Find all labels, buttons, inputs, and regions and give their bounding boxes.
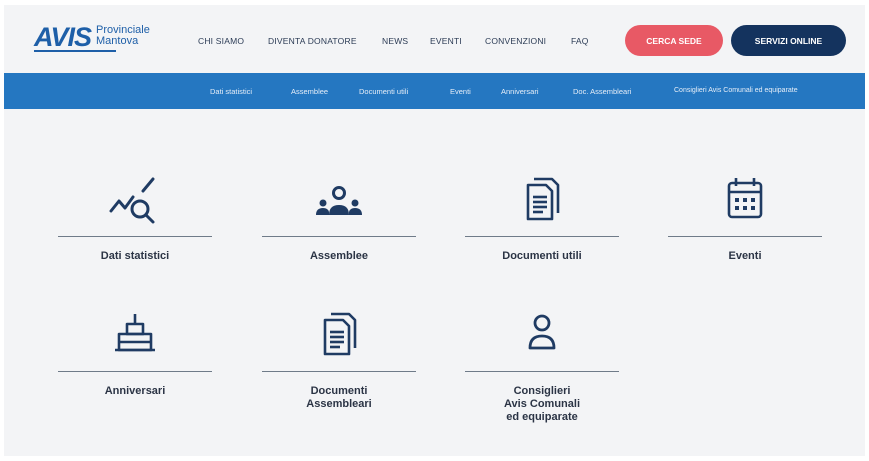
subnav-eventi[interactable]: Eventi bbox=[450, 87, 471, 96]
documents-icon bbox=[262, 306, 416, 362]
tile-divider bbox=[262, 236, 416, 237]
tile-label: Consiglieri Avis Comunali ed equiparate bbox=[504, 385, 580, 423]
tile-divider bbox=[668, 236, 822, 237]
logo[interactable]: AVIS Provinciale Mantova bbox=[34, 22, 150, 52]
tile-documenti-assembleari[interactable]: Documenti Assembleari bbox=[262, 306, 416, 411]
subnav-anniversari[interactable]: Anniversari bbox=[501, 87, 539, 96]
cerca-sede-button[interactable]: CERCA SEDE bbox=[625, 25, 723, 56]
tile-anniversari[interactable]: Anniversari bbox=[58, 306, 212, 398]
servizi-online-button[interactable]: SERVIZI ONLINE bbox=[731, 25, 846, 56]
logo-mark: AVIS bbox=[34, 22, 92, 52]
chart-search-icon bbox=[58, 171, 212, 227]
documents-icon bbox=[465, 171, 619, 227]
tile-divider bbox=[465, 371, 619, 372]
cake-icon bbox=[58, 306, 212, 362]
nav-convenzioni[interactable]: CONVENZIONI bbox=[485, 36, 546, 46]
tile-eventi[interactable]: Eventi bbox=[668, 171, 822, 263]
subnav-documenti-utili[interactable]: Documenti utili bbox=[359, 87, 408, 96]
tile-divider bbox=[58, 236, 212, 237]
tile-dati-statistici[interactable]: Dati statistici bbox=[58, 171, 212, 263]
tile-label: Eventi bbox=[728, 250, 762, 262]
subnav-assemblee[interactable]: Assemblee bbox=[291, 87, 328, 96]
nav-news[interactable]: NEWS bbox=[382, 36, 408, 46]
nav-faq[interactable]: FAQ bbox=[571, 36, 589, 46]
tile-consiglieri[interactable]: Consiglieri Avis Comunali ed equiparate bbox=[465, 306, 619, 424]
tile-divider bbox=[465, 236, 619, 237]
group-icon bbox=[262, 171, 416, 227]
subnav-dati-statistici[interactable]: Dati statistici bbox=[210, 87, 252, 96]
tile-label: Anniversari bbox=[104, 385, 166, 397]
logo-line-2: Mantova bbox=[96, 35, 139, 47]
tile-label: Documenti utili bbox=[502, 250, 582, 262]
tile-divider bbox=[262, 371, 416, 372]
tile-label: Documenti Assembleari bbox=[306, 385, 372, 410]
nav-diventa-donatore[interactable]: DIVENTA DONATORE bbox=[268, 36, 357, 46]
nav-chi-siamo[interactable]: CHI SIAMO bbox=[198, 36, 244, 46]
subnav-doc-assembleari[interactable]: Doc. Assembleari bbox=[573, 87, 631, 96]
tile-documenti-utili[interactable]: Documenti utili bbox=[465, 171, 619, 263]
tile-label: Assemblee bbox=[309, 250, 369, 262]
tile-label: Dati statistici bbox=[100, 250, 170, 262]
user-icon bbox=[465, 306, 619, 362]
tile-assemblee[interactable]: Assemblee bbox=[262, 171, 416, 263]
page-frame: AVIS Provinciale Mantova CHI SIAMO DIVEN… bbox=[4, 5, 865, 456]
header: AVIS Provinciale Mantova CHI SIAMO DIVEN… bbox=[4, 5, 865, 73]
calendar-icon bbox=[668, 171, 822, 227]
tile-divider bbox=[58, 371, 212, 372]
logo-underline bbox=[34, 50, 116, 52]
logo-text: Provinciale Mantova bbox=[96, 25, 150, 47]
sub-navigation: Dati statistici Assemblee Documenti util… bbox=[4, 73, 865, 109]
nav-eventi[interactable]: EVENTI bbox=[430, 36, 462, 46]
subnav-consiglieri[interactable]: Consiglieri Avis Comunali ed equiparate bbox=[674, 87, 798, 94]
